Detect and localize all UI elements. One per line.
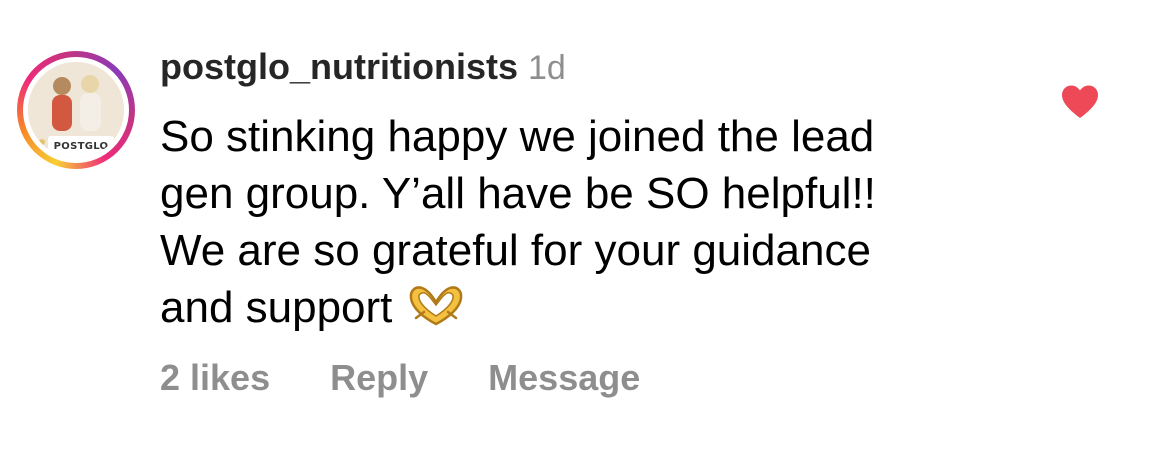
comment-text-line: gen group. Y’all have be SO helpful!!	[160, 169, 876, 218]
heart-hands-icon	[406, 284, 466, 342]
comment-text-line-last: and support	[160, 279, 980, 342]
comment-text: So stinking happy we joined the lead gen…	[160, 108, 980, 342]
comment-header: postglo_nutritionists 1d	[160, 46, 566, 88]
message-button[interactable]: Message	[488, 357, 640, 399]
avatar[interactable]: POSTGLO	[28, 62, 124, 158]
comment-text-line: We are so grateful for your guidance	[160, 226, 871, 275]
likes-count-link[interactable]: 2 likes	[160, 357, 270, 399]
comment: POSTGLO postglo_nutritionists 1d So stink…	[0, 0, 1170, 455]
avatar-logo-badge: POSTGLO	[48, 136, 114, 158]
comment-text-line: and support	[160, 283, 393, 332]
story-ring[interactable]: POSTGLO	[17, 51, 135, 169]
comment-timestamp: 1d	[527, 49, 566, 87]
comment-text-line: So stinking happy we joined the lead	[160, 112, 875, 161]
username-link[interactable]: postglo_nutritionists	[160, 46, 518, 87]
reply-button[interactable]: Reply	[330, 357, 428, 399]
heart-filled-icon[interactable]	[1060, 84, 1100, 120]
comment-actions: 2 likes Reply Message	[160, 357, 690, 399]
